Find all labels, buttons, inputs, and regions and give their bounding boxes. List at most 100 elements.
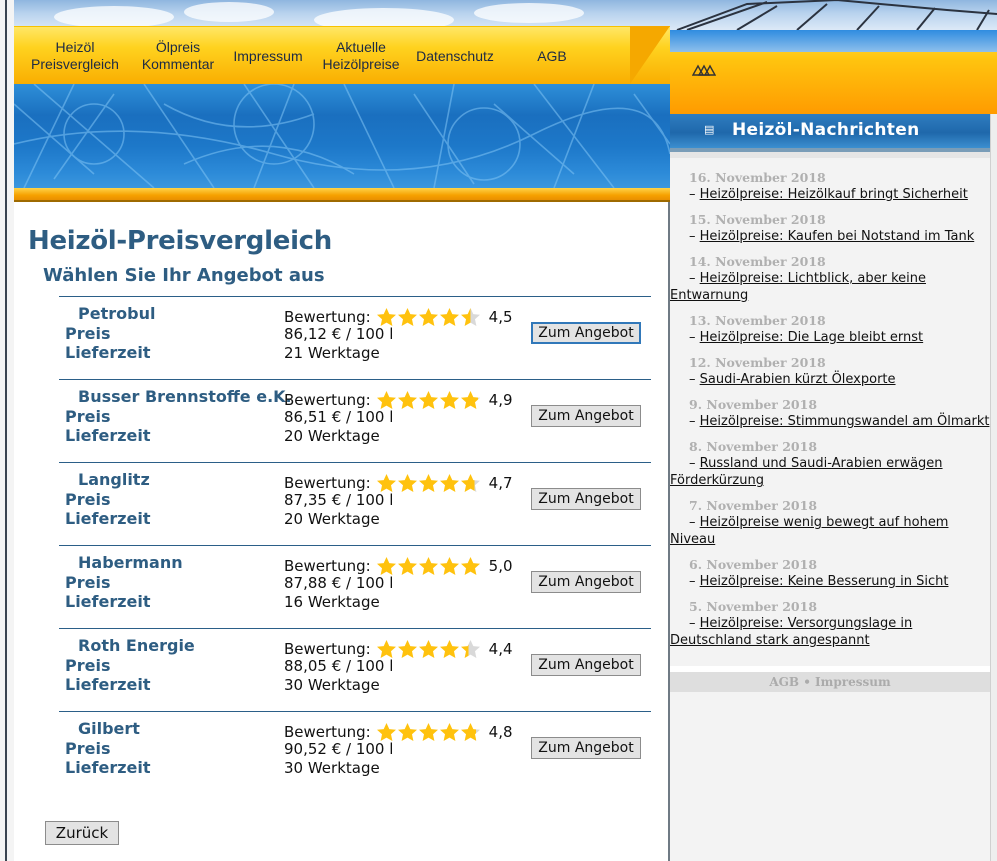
news-link-line: – Heizölpreise: Kaufen bei Notstand im T… (670, 228, 990, 245)
offer-row: Langlitz Preis Lieferzeit Bewertung: 4,7 87,3… (59, 462, 651, 545)
page-subtitle: Wählen Sie Ihr Angebot aus (43, 265, 325, 286)
star-icon (418, 391, 438, 409)
nav-item-aktuelle-heizoelpreise[interactable]: Aktuelle Heizölpreise (316, 27, 406, 85)
news-link[interactable]: Saudi-Arabien kürzt Ölexporte (700, 372, 896, 387)
nav-item-oelpreis-kommentar[interactable]: Ölpreis Kommentar (132, 27, 224, 85)
news-date: 12. November 2018 (689, 355, 826, 370)
delivery-label: Lieferzeit (65, 675, 151, 694)
offer-delivery-time: 30 Werktage (284, 759, 380, 777)
offer-rating: Bewertung: 5,0 (284, 556, 513, 576)
zum-angebot-button[interactable]: Zum Angebot (531, 654, 641, 676)
sidebar-footer-links[interactable]: AGB • Impressum (769, 675, 890, 689)
star-icon (460, 557, 480, 575)
zum-angebot-button[interactable]: Zum Angebot (531, 405, 641, 427)
offer-name: Roth Energie (78, 636, 195, 655)
offer-row: Busser Brennstoffe e.K. Preis Lieferzeit Be… (59, 379, 651, 462)
news-item: 5. November 2018– Heizölpreise: Versorgu… (670, 599, 990, 649)
news-date: 13. November 2018 (689, 313, 826, 328)
nav-label: Ölpreis Kommentar (141, 39, 215, 72)
nav-item-impressum[interactable]: Impressum (226, 27, 310, 85)
star-icon (376, 557, 396, 575)
dash: – (689, 229, 700, 244)
offer-name: Petrobul (78, 304, 156, 323)
news-link[interactable]: Heizölpreise: Keine Besserung in Sicht (700, 574, 949, 589)
offer-row: Habermann Preis Lieferzeit Bewertung: 5,0 87,… (59, 545, 651, 628)
dash: – (689, 372, 700, 387)
price-label: Preis (65, 573, 111, 592)
dash: – (689, 414, 700, 429)
news-link[interactable]: Heizölpreise: Die Lage bleibt ernst (700, 330, 924, 345)
news-link-line: – Heizölpreise wenig bewegt auf hohem Ni… (670, 514, 990, 548)
nav-label: Heizöl Preisvergleich (31, 39, 119, 72)
nav-item-agb[interactable]: AGB (519, 27, 585, 85)
offer-rating: Bewertung: 4,4 (284, 639, 513, 659)
right-edge (990, 114, 997, 861)
news-link[interactable]: Heizölpreise: Stimmungswandel am Ölmarkt (700, 414, 990, 429)
news-item: 8. November 2018– Russland und Saudi-Ara… (670, 439, 990, 489)
star-icon (397, 474, 417, 492)
delivery-label: Lieferzeit (65, 509, 151, 528)
news-link[interactable]: Heizölpreise: Kaufen bei Notstand im Tan… (700, 229, 975, 244)
news-item: 15. November 2018– Heizölpreise: Kaufen … (670, 212, 990, 245)
news-link[interactable]: Russland und Saudi-Arabien erwägen Förde… (670, 456, 943, 488)
news-date: 8. November 2018 (689, 439, 818, 454)
star-icon (376, 391, 396, 409)
nav-fold (630, 26, 670, 84)
star-icon (418, 557, 438, 575)
dash: – (689, 330, 700, 345)
star-icon (460, 640, 480, 658)
star-icon (418, 723, 438, 741)
offer-price: 86,12 € / 100 l (284, 325, 394, 343)
star-icon (397, 391, 417, 409)
news-link-line: – Heizölpreise: Versorgungslage in Deuts… (670, 615, 990, 649)
offer-rating: Bewertung: 4,7 (284, 473, 513, 493)
news-item: 9. November 2018– Heizölpreise: Stimmung… (670, 397, 990, 430)
zum-angebot-button[interactable]: Zum Angebot (531, 322, 641, 344)
left-gutter (0, 0, 15, 861)
news-link[interactable]: Heizölpreise: Versorgungslage in Deutsch… (670, 616, 912, 648)
offer-delivery-time: 30 Werktage (284, 676, 380, 694)
star-icon (418, 474, 438, 492)
news-link-line: – Saudi-Arabien kürzt Ölexporte (670, 371, 990, 388)
rating-stars (376, 639, 481, 659)
news-list: 16. November 2018– Heizölpreise: Heizölk… (670, 170, 990, 658)
price-label: Preis (65, 324, 111, 343)
nav-item-datenschutz[interactable]: Datenschutz (410, 27, 500, 85)
star-icon (439, 391, 459, 409)
news-link[interactable]: Heizölpreise wenig bewegt auf hohem Nive… (670, 515, 948, 547)
rating-stars (376, 307, 481, 327)
news-date: 14. November 2018 (689, 254, 826, 269)
offer-price: 86,51 € / 100 l (284, 408, 394, 426)
nav-label: Impressum (233, 47, 303, 64)
dash: – (689, 574, 700, 589)
sidebar-header-banner (670, 30, 997, 114)
star-icon (397, 308, 417, 326)
zum-angebot-button[interactable]: Zum Angebot (531, 737, 641, 759)
rating-value: 4,8 (488, 723, 513, 741)
delivery-label: Lieferzeit (65, 343, 151, 362)
nav-item-heizoel-preisvergleich[interactable]: Heizöl Preisvergleich (20, 27, 130, 85)
news-date: 15. November 2018 (689, 212, 826, 227)
rating-label: Bewertung: (284, 391, 371, 409)
offer-row: Petrobul Preis Lieferzeit Bewertung: 4,5 86,1… (59, 296, 651, 379)
zum-angebot-button[interactable]: Zum Angebot (531, 488, 641, 510)
news-link-line: – Russland und Saudi-Arabien erwägen För… (670, 455, 990, 489)
star-icon (376, 474, 396, 492)
news-link[interactable]: Heizölpreise: Heizölkauf bringt Sicherhe… (700, 187, 968, 202)
page: Heizöl Preisvergleich Ölpreis Kommentar … (0, 0, 997, 861)
news-link[interactable]: Heizölpreise: Lichtblick, aber keine Ent… (670, 271, 926, 303)
rating-label: Bewertung: (284, 474, 371, 492)
delivery-label: Lieferzeit (65, 592, 151, 611)
star-icon (460, 308, 480, 326)
news-date: 16. November 2018 (689, 170, 826, 185)
news-link-line: – Heizölpreise: Heizölkauf bringt Sicher… (670, 186, 990, 203)
offer-rating: Bewertung: 4,9 (284, 390, 513, 410)
offer-price: 88,05 € / 100 l (284, 657, 394, 675)
dash: – (689, 515, 700, 530)
star-icon (460, 723, 480, 741)
zum-angebot-button[interactable]: Zum Angebot (531, 571, 641, 593)
offer-delivery-time: 20 Werktage (284, 510, 380, 528)
news-item: 13. November 2018 – Heizölpreise: Die Lag… (670, 313, 990, 346)
rating-label: Bewertung: (284, 308, 371, 326)
back-button[interactable]: Zurück (45, 821, 119, 845)
